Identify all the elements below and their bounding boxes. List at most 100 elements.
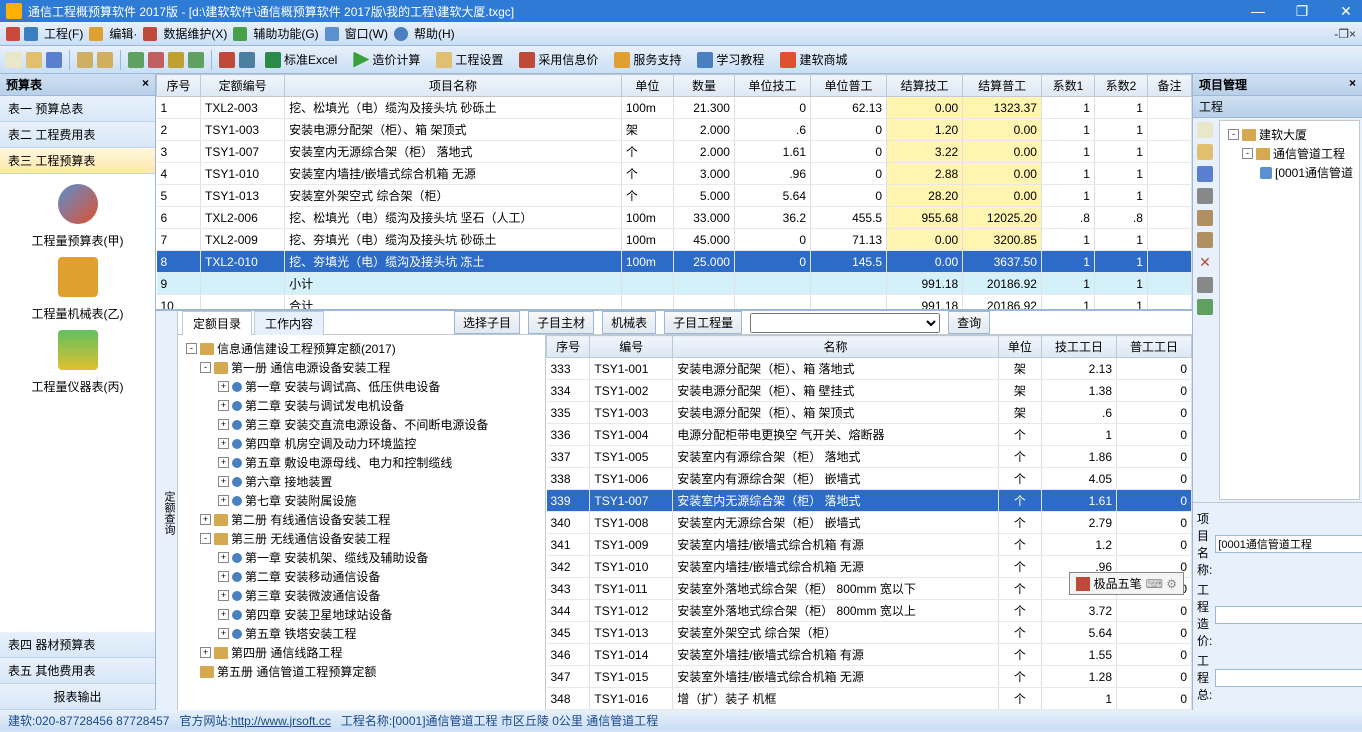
col-header[interactable]: 序号 — [157, 75, 201, 97]
maximize-button[interactable]: ❐ — [1292, 3, 1312, 20]
side-icon[interactable] — [1197, 277, 1213, 293]
vertical-tabs[interactable]: 定额查询 — [156, 311, 178, 710]
col-header[interactable]: 编号 — [590, 336, 673, 358]
close-button[interactable]: ✕ — [1336, 3, 1356, 20]
tab-other[interactable]: 表五 其他费用表 — [0, 658, 155, 684]
table-row[interactable]: 344TSY1-012安装室外落地式综合架（柜） 800mm 宽以上个 3.72… — [547, 600, 1192, 622]
tree-panel[interactable]: - 信息通信建设工程预算定额(2017)- 第一册 通信电源设备安装工程+ 第一… — [178, 335, 546, 710]
mdi-restore[interactable]: ❐ — [1338, 27, 1349, 41]
table-row[interactable]: 6TXL2-006挖、松填光（电）缆沟及接头坑 坚石（人工）100m 33.00… — [157, 207, 1192, 229]
col-header[interactable]: 结算普工 — [963, 75, 1042, 97]
col-header[interactable]: 项目名称 — [285, 75, 622, 97]
side-icon[interactable] — [1197, 144, 1213, 160]
table-row[interactable]: 348TSY1-016增（扩）装子 机框个 10 — [547, 688, 1192, 710]
table-row[interactable]: 346TSY1-014安装室外墙挂/嵌墙式综合机箱 有源个 1.550 — [547, 644, 1192, 666]
project-total-input[interactable] — [1215, 669, 1362, 687]
table-row[interactable]: 345TSY1-013安装室外架空式 综合架（柜）个 5.640 — [547, 622, 1192, 644]
mall-button[interactable]: 建软商城 — [774, 49, 853, 70]
menu-aux[interactable]: 辅助功能(G) — [247, 25, 324, 42]
adopt-button[interactable]: 采用信息价 — [513, 49, 604, 70]
tab-work[interactable]: 工作内容 — [254, 311, 324, 335]
col-header[interactable]: 定额编号 — [201, 75, 285, 97]
std-excel-button[interactable]: 标准Excel — [259, 49, 343, 70]
chart-icon[interactable] — [58, 184, 98, 224]
close-icon[interactable]: × — [142, 76, 149, 93]
menu-data[interactable]: 数据维护(X) — [157, 25, 233, 42]
col-header[interactable]: 单位 — [621, 75, 673, 97]
minimize-button[interactable]: — — [1248, 3, 1268, 20]
calc-button[interactable]: 造价计算 — [347, 49, 426, 70]
proj-set-button[interactable]: 工程设置 — [430, 49, 509, 70]
top-grid[interactable]: 序号定额编号项目名称单位数量单位技工单位普工结算技工结算普工系数1系数2备注 1… — [156, 74, 1192, 311]
table-row[interactable]: 335TSY1-003安装电源分配架（柜）、箱 架顶式架 .60 — [547, 402, 1192, 424]
project-tree[interactable]: -建软大厦 -通信管道工程 [0001通信管道 — [1219, 120, 1360, 500]
tab-budget[interactable]: 表三 工程预算表 — [0, 148, 155, 174]
table-row[interactable]: 337TSY1-005安装室内有源综合架（柜） 落地式个 1.860 — [547, 446, 1192, 468]
tool-icon[interactable] — [239, 52, 255, 68]
side-icon[interactable] — [1197, 232, 1213, 248]
menu-help[interactable]: 帮助(H) — [408, 25, 461, 42]
select-item-button[interactable]: 选择子目 — [454, 311, 520, 334]
table-row[interactable]: 333TSY1-001安装电源分配架（柜）、箱 落地式架 2.130 — [547, 358, 1192, 380]
save-icon[interactable] — [46, 52, 62, 68]
menu-icon[interactable] — [24, 27, 38, 41]
machine-icon[interactable] — [58, 257, 98, 297]
table-row[interactable]: 339TSY1-007安装室内无源综合架（柜） 落地式个 1.610 — [547, 490, 1192, 512]
col-header[interactable]: 系数1 — [1041, 75, 1094, 97]
table-row[interactable]: 9小计 991.1820186.92 11 — [157, 273, 1192, 295]
item-material-button[interactable]: 子目主材 — [528, 311, 594, 334]
col-header[interactable]: 单位技工 — [734, 75, 810, 97]
tool-icon[interactable] — [148, 52, 164, 68]
side-icon[interactable] — [1197, 188, 1213, 204]
col-header[interactable]: 技工工日 — [1042, 336, 1117, 358]
menu-window[interactable]: 窗口(W) — [339, 25, 394, 42]
detail-grid[interactable]: 序号编号名称单位技工工日普工工日 333TSY1-001安装电源分配架（柜）、箱… — [546, 335, 1192, 710]
website-link[interactable]: http://www.jrsoft.cc — [231, 714, 331, 728]
tab-catalog[interactable]: 定额目录 — [182, 311, 252, 335]
menu-icon[interactable] — [6, 27, 20, 41]
table-row[interactable]: 341TSY1-009安装室内墙挂/嵌墙式综合机箱 有源个 1.20 — [547, 534, 1192, 556]
tab-report[interactable]: 报表输出 — [0, 684, 155, 710]
col-header[interactable]: 序号 — [547, 336, 590, 358]
new-icon[interactable] — [6, 52, 22, 68]
close-icon[interactable]: × — [1349, 76, 1356, 93]
table-row[interactable]: 10合计 991.1820186.92 11 — [157, 295, 1192, 312]
side-icon[interactable] — [1197, 299, 1213, 315]
side-icon[interactable] — [1197, 210, 1213, 226]
tool-icon[interactable] — [188, 52, 204, 68]
side-icon[interactable] — [1197, 122, 1213, 138]
undo-icon[interactable] — [77, 52, 93, 68]
side-icon[interactable] — [1197, 166, 1213, 182]
ime-bar[interactable]: 极品五笔 ⌨ ⚙ — [1069, 572, 1184, 595]
table-row[interactable]: 336TSY1-004电源分配柜带电更换空 气开关、熔断器个 10 — [547, 424, 1192, 446]
instrument-icon[interactable] — [58, 330, 98, 370]
table-row[interactable]: 4TSY1-010安装室内墙挂/嵌墙式综合机箱 无源个 3.000.960 2.… — [157, 163, 1192, 185]
table-row[interactable]: 334TSY1-002安装电源分配架（柜）、箱 壁挂式架 1.380 — [547, 380, 1192, 402]
table-row[interactable]: 1TXL2-003挖、松填光（电）缆沟及接头坑 砂砾土100m 21.30006… — [157, 97, 1192, 119]
delete-icon[interactable]: ✕ — [1199, 254, 1211, 271]
mdi-close[interactable]: × — [1349, 27, 1356, 41]
query-button[interactable]: 查询 — [948, 311, 990, 334]
table-row[interactable]: 338TSY1-006安装室内有源综合架（柜） 嵌墙式个 4.050 — [547, 468, 1192, 490]
table-row[interactable]: 8TXL2-010挖、夯填光（电）缆沟及接头坑 冻土100m 25.000014… — [157, 251, 1192, 273]
filter-select[interactable] — [750, 313, 940, 333]
redo-icon[interactable] — [97, 52, 113, 68]
project-name-input[interactable] — [1215, 535, 1362, 553]
table-row[interactable]: 347TSY1-015安装室外墙挂/嵌墙式综合机箱 无源个 1.280 — [547, 666, 1192, 688]
learn-button[interactable]: 学习教程 — [691, 49, 770, 70]
col-header[interactable]: 系数2 — [1094, 75, 1147, 97]
service-button[interactable]: 服务支持 — [608, 49, 687, 70]
col-header[interactable]: 单位 — [998, 336, 1041, 358]
table-row[interactable]: 7TXL2-009挖、夯填光（电）缆沟及接头坑 砂砾土100m 45.00007… — [157, 229, 1192, 251]
machine-table-button[interactable]: 机械表 — [602, 311, 656, 334]
table-row[interactable]: 2TSY1-003安装电源分配架（柜）、箱 架顶式架 2.000.60 1.20… — [157, 119, 1192, 141]
tool-icon[interactable] — [168, 52, 184, 68]
col-header[interactable]: 单位普工 — [811, 75, 887, 97]
tab-material[interactable]: 表四 器材预算表 — [0, 632, 155, 658]
table-row[interactable]: 5TSY1-013安装室外架空式 综合架（柜）个 5.0005.640 28.2… — [157, 185, 1192, 207]
tab-summary[interactable]: 表一 预算总表 — [0, 96, 155, 122]
tool-icon[interactable] — [219, 52, 235, 68]
col-header[interactable]: 数量 — [673, 75, 734, 97]
menu-edit[interactable]: 编辑· — [103, 25, 143, 42]
open-icon[interactable] — [26, 52, 42, 68]
